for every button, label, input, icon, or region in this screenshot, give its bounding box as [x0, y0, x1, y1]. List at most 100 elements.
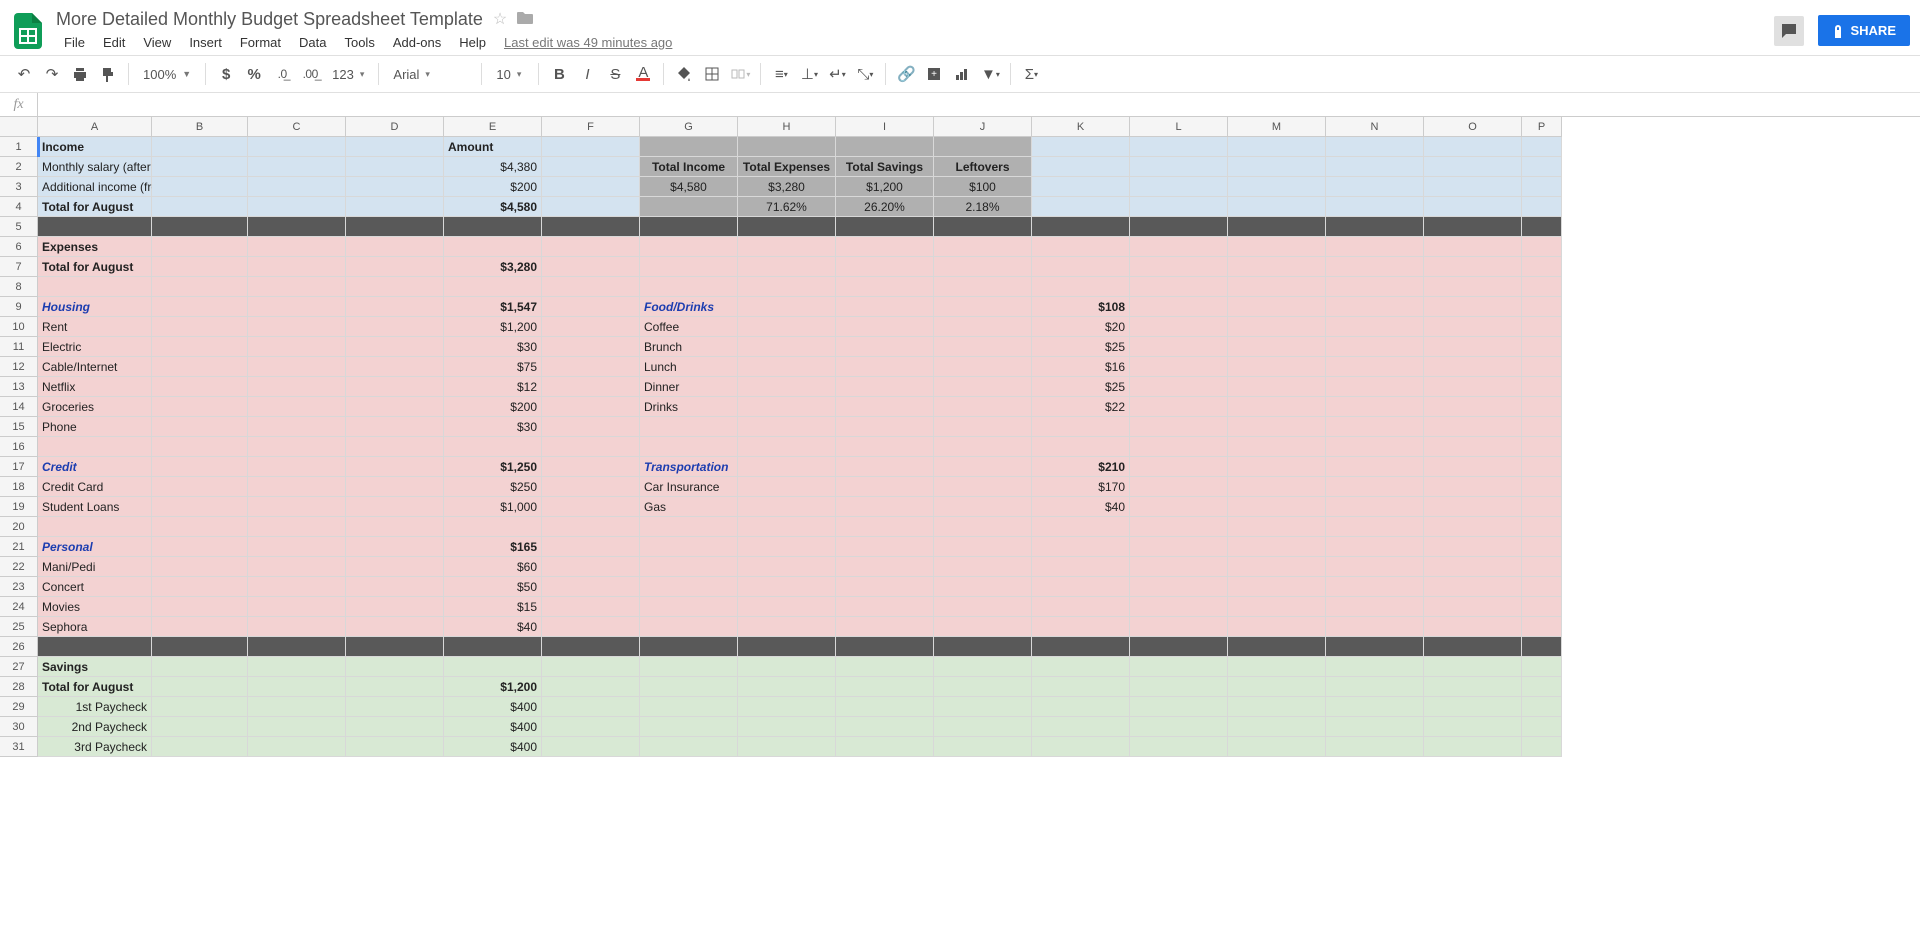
italic-button[interactable]: I: [573, 60, 601, 88]
cell-B12[interactable]: [152, 357, 248, 377]
cell-J6[interactable]: [934, 237, 1032, 257]
cell-J5[interactable]: [934, 217, 1032, 237]
cell-M7[interactable]: [1228, 257, 1326, 277]
cell-E31[interactable]: $400: [444, 737, 542, 757]
cell-F24[interactable]: [542, 597, 640, 617]
cell-A27[interactable]: Savings: [38, 657, 152, 677]
cell-N19[interactable]: [1326, 497, 1424, 517]
cell-A17[interactable]: Credit: [38, 457, 152, 477]
paint-format-button[interactable]: [94, 60, 122, 88]
cell-I5[interactable]: [836, 217, 934, 237]
menu-tools[interactable]: Tools: [336, 32, 382, 53]
cell-M26[interactable]: [1228, 637, 1326, 657]
cell-P28[interactable]: [1522, 677, 1562, 697]
row-header-24[interactable]: 24: [0, 597, 38, 617]
cell-H16[interactable]: [738, 437, 836, 457]
cell-H31[interactable]: [738, 737, 836, 757]
cell-A15[interactable]: Phone: [38, 417, 152, 437]
cell-K5[interactable]: [1032, 217, 1130, 237]
cell-K13[interactable]: $25: [1032, 377, 1130, 397]
increase-decimal-button[interactable]: .00̲: [296, 60, 324, 88]
cell-K24[interactable]: [1032, 597, 1130, 617]
cell-L29[interactable]: [1130, 697, 1228, 717]
cell-A3[interactable]: Additional income (freelance, babysittin…: [38, 177, 152, 197]
cell-C10[interactable]: [248, 317, 346, 337]
cell-J23[interactable]: [934, 577, 1032, 597]
cell-J7[interactable]: [934, 257, 1032, 277]
cell-B4[interactable]: [152, 197, 248, 217]
cell-F11[interactable]: [542, 337, 640, 357]
cell-O1[interactable]: [1424, 137, 1522, 157]
insert-link-button[interactable]: 🔗: [892, 60, 920, 88]
cell-C3[interactable]: [248, 177, 346, 197]
cell-G9[interactable]: Food/Drinks: [640, 297, 738, 317]
cell-M23[interactable]: [1228, 577, 1326, 597]
cell-N5[interactable]: [1326, 217, 1424, 237]
row-header-10[interactable]: 10: [0, 317, 38, 337]
row-header-21[interactable]: 21: [0, 537, 38, 557]
cell-G28[interactable]: [640, 677, 738, 697]
cell-I26[interactable]: [836, 637, 934, 657]
cell-F1[interactable]: [542, 137, 640, 157]
cell-F26[interactable]: [542, 637, 640, 657]
cell-N3[interactable]: [1326, 177, 1424, 197]
cell-N30[interactable]: [1326, 717, 1424, 737]
cell-B23[interactable]: [152, 577, 248, 597]
cell-N12[interactable]: [1326, 357, 1424, 377]
cell-J9[interactable]: [934, 297, 1032, 317]
row-header-13[interactable]: 13: [0, 377, 38, 397]
cell-E30[interactable]: $400: [444, 717, 542, 737]
cell-B5[interactable]: [152, 217, 248, 237]
col-header-F[interactable]: F: [542, 117, 640, 137]
cell-E25[interactable]: $40: [444, 617, 542, 637]
cell-G5[interactable]: [640, 217, 738, 237]
cell-C24[interactable]: [248, 597, 346, 617]
cell-L12[interactable]: [1130, 357, 1228, 377]
cell-H8[interactable]: [738, 277, 836, 297]
cell-M2[interactable]: [1228, 157, 1326, 177]
cell-P4[interactable]: [1522, 197, 1562, 217]
cell-G15[interactable]: [640, 417, 738, 437]
cell-B27[interactable]: [152, 657, 248, 677]
cell-G1[interactable]: [640, 137, 738, 157]
cell-D31[interactable]: [346, 737, 444, 757]
cell-K17[interactable]: $210: [1032, 457, 1130, 477]
menu-help[interactable]: Help: [451, 32, 494, 53]
cell-H27[interactable]: [738, 657, 836, 677]
cell-K2[interactable]: [1032, 157, 1130, 177]
cell-J17[interactable]: [934, 457, 1032, 477]
cell-D12[interactable]: [346, 357, 444, 377]
cell-C22[interactable]: [248, 557, 346, 577]
cell-L25[interactable]: [1130, 617, 1228, 637]
row-header-20[interactable]: 20: [0, 517, 38, 537]
font-select[interactable]: Arial▾: [385, 61, 475, 87]
cell-L23[interactable]: [1130, 577, 1228, 597]
row-header-31[interactable]: 31: [0, 737, 38, 757]
cell-K10[interactable]: $20: [1032, 317, 1130, 337]
cell-C8[interactable]: [248, 277, 346, 297]
cell-B1[interactable]: [152, 137, 248, 157]
cell-B13[interactable]: [152, 377, 248, 397]
cell-M22[interactable]: [1228, 557, 1326, 577]
cell-J19[interactable]: [934, 497, 1032, 517]
cell-O8[interactable]: [1424, 277, 1522, 297]
cell-G10[interactable]: Coffee: [640, 317, 738, 337]
cell-M31[interactable]: [1228, 737, 1326, 757]
row-header-3[interactable]: 3: [0, 177, 38, 197]
row-header-6[interactable]: 6: [0, 237, 38, 257]
cell-A11[interactable]: Electric: [38, 337, 152, 357]
cell-N9[interactable]: [1326, 297, 1424, 317]
cell-A30[interactable]: 2nd Paycheck: [38, 717, 152, 737]
row-header-2[interactable]: 2: [0, 157, 38, 177]
cell-N11[interactable]: [1326, 337, 1424, 357]
cell-I15[interactable]: [836, 417, 934, 437]
cell-N28[interactable]: [1326, 677, 1424, 697]
cell-L24[interactable]: [1130, 597, 1228, 617]
cell-E2[interactable]: $4,380: [444, 157, 542, 177]
redo-button[interactable]: ↷: [38, 60, 66, 88]
cell-A14[interactable]: Groceries: [38, 397, 152, 417]
cell-E19[interactable]: $1,000: [444, 497, 542, 517]
formula-input[interactable]: [38, 93, 1920, 116]
cell-O27[interactable]: [1424, 657, 1522, 677]
cell-P24[interactable]: [1522, 597, 1562, 617]
